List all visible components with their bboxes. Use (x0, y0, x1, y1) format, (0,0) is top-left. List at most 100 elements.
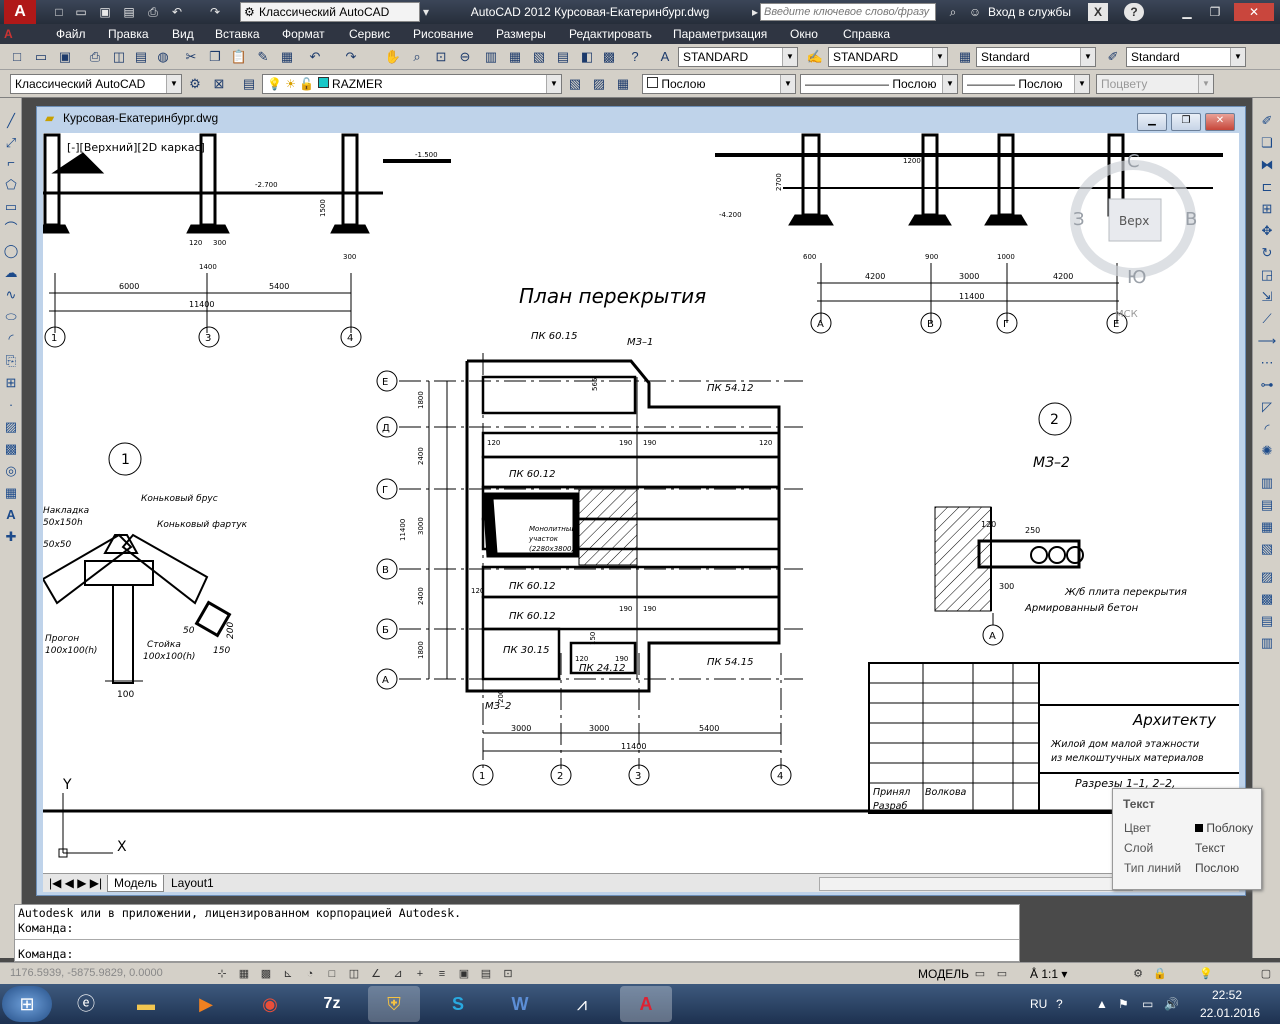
mtext-icon[interactable]: A (2, 506, 20, 524)
publish-icon[interactable]: ▤ (132, 48, 150, 66)
block-editor-icon[interactable]: ▦ (278, 48, 296, 66)
exchange-icon[interactable]: X (1088, 3, 1108, 21)
prop-value[interactable]: Текст (1195, 841, 1225, 855)
plotstyle-dropdown[interactable]: Поцвету ▼ (1096, 74, 1214, 94)
autocad-taskbar-icon[interactable]: A (620, 986, 672, 1022)
horizontal-scrollbar[interactable] (819, 877, 1133, 891)
plot-icon[interactable]: ⎙ (86, 48, 104, 66)
send-back-icon[interactable]: ▦ (1257, 518, 1277, 536)
ellipse-arc-icon[interactable]: ◜ (2, 330, 20, 348)
dwg-close-button[interactable]: ✕ (1205, 113, 1235, 131)
table-style-dropdown[interactable]: Standard ▼ (976, 47, 1096, 67)
design-center-icon[interactable]: ▦ (506, 48, 524, 66)
tab-model[interactable]: Модель (107, 875, 165, 892)
model-space-button[interactable]: МОДЕЛЬ (918, 967, 969, 981)
clock-time[interactable]: 22:52 (1212, 988, 1242, 1004)
menu-dimension[interactable]: Размеры (496, 26, 546, 42)
dwg-minimize-button[interactable]: ▁ (1137, 113, 1167, 131)
qnew-icon[interactable]: □ (8, 48, 26, 66)
dim-style-dropdown[interactable]: STANDARD ▼ (828, 47, 948, 67)
word-icon[interactable]: W (494, 986, 546, 1022)
3dosnap-icon[interactable]: ◫ (346, 966, 362, 982)
quick-view-drawings-icon[interactable]: ▭ (994, 966, 1010, 982)
array-icon[interactable]: ⊞ (1257, 200, 1277, 218)
dwg-restore-button[interactable]: ❐ (1171, 113, 1201, 131)
redo-icon[interactable]: ↷ (342, 48, 360, 66)
start-button[interactable]: ⊞ (2, 986, 52, 1022)
menu-help[interactable]: Справка (843, 26, 890, 42)
chamfer-icon[interactable]: ◸ (1257, 398, 1277, 416)
insert-block-icon[interactable]: ⎘ (2, 352, 20, 370)
ducs-icon[interactable]: ⊿ (390, 966, 406, 982)
arc-icon[interactable]: ⌒ (2, 220, 20, 238)
undo-icon[interactable]: ↶ (306, 48, 324, 66)
dyn-icon[interactable]: + (412, 966, 428, 982)
coordinates[interactable]: 1176.5939, -5875.9829, 0.0000 (10, 967, 163, 979)
menu-insert[interactable]: Вставка (215, 26, 260, 42)
ucs-menu[interactable]: МСК (1115, 309, 1138, 320)
workspace-settings-icon[interactable]: ⚙ (186, 75, 204, 93)
zoom-realtime-icon[interactable]: ⌕ (408, 48, 426, 66)
clock-date[interactable]: 22.01.2016 (1200, 1006, 1260, 1022)
saveas-icon[interactable]: ▤ (120, 3, 138, 21)
scale-list-icon[interactable]: ▨ (1257, 568, 1277, 586)
table-style-icon[interactable]: ▦ (956, 48, 974, 66)
menu-parametric[interactable]: Параметризация (673, 26, 767, 42)
rotate-icon[interactable]: ↻ (1257, 244, 1277, 262)
grid-icon[interactable]: ▩ (258, 966, 274, 982)
line-icon[interactable]: ╱ (2, 112, 20, 130)
scale-icon[interactable]: ◲ (1257, 266, 1277, 284)
workspace-dropdown[interactable]: ⚙ Классический AutoCAD (240, 2, 420, 22)
minimize-button[interactable]: ▁ (1178, 3, 1196, 21)
tab-nav-arrows[interactable]: |◀ ◀ ▶ ▶| (43, 875, 108, 891)
dim-front-icon[interactable]: ▩ (1257, 590, 1277, 608)
drawing-canvas[interactable]: [-][Верхний][2D каркас] План перекрытия … (43, 133, 1239, 873)
stretch-icon[interactable]: ⇲ (1257, 288, 1277, 306)
text-style-icon[interactable]: A (656, 48, 674, 66)
revcloud-icon[interactable]: ☁ (2, 264, 20, 282)
lwt-icon[interactable]: ≡ (434, 966, 450, 982)
redo-icon[interactable]: ↷ (206, 3, 224, 21)
quick-view-layouts-icon[interactable]: ▭ (972, 966, 988, 982)
undo-icon[interactable]: ↶ (168, 3, 186, 21)
construction-line-icon[interactable]: ⤢ (2, 134, 20, 152)
point-icon[interactable]: · (2, 396, 20, 414)
polar-icon[interactable]: ◔ (302, 966, 318, 982)
command-input[interactable]: Команда: (18, 947, 73, 961)
cut-icon[interactable]: ✂ (182, 48, 200, 66)
restore-button[interactable]: ❐ (1206, 3, 1224, 21)
region-icon[interactable]: ◎ (2, 462, 20, 480)
menu-window[interactable]: Окно (790, 26, 818, 42)
tray-arrow-icon[interactable]: ▲ (1096, 984, 1108, 1024)
markup-icon[interactable]: ◧ (578, 48, 596, 66)
tpy-icon[interactable]: ▣ (456, 966, 472, 982)
ie-icon[interactable]: ⓔ (60, 986, 112, 1022)
text-style-dropdown[interactable]: STANDARD ▼ (678, 47, 798, 67)
draworder-icon[interactable]: ▥ (1257, 474, 1277, 492)
menu-tools[interactable]: Сервис (349, 26, 390, 42)
extend-icon[interactable]: ⟶ (1257, 332, 1277, 350)
help-icon[interactable]: ? (1124, 3, 1144, 21)
properties-icon[interactable]: ▥ (482, 48, 500, 66)
join-icon[interactable]: ⊶ (1257, 376, 1277, 394)
zoom-window-icon[interactable]: ⊡ (432, 48, 450, 66)
customize-icon[interactable]: ⊠ (210, 75, 228, 93)
menu-view[interactable]: Вид (172, 26, 194, 42)
explorer-icon[interactable]: ▬ (120, 986, 172, 1022)
tab-layout1[interactable]: Layout1 (165, 875, 220, 891)
pan-icon[interactable]: ✋ (384, 48, 402, 66)
lock-icon[interactable]: 🔒 (1152, 966, 1168, 982)
circle-icon[interactable]: ◯ (2, 242, 20, 260)
close-button[interactable]: ✕ (1234, 3, 1274, 21)
linetype-dropdown[interactable]: ——————— Послою ▼ (800, 74, 958, 94)
clean-screen-icon[interactable]: ▢ (1258, 966, 1274, 982)
preview-icon[interactable]: ◫ (110, 48, 128, 66)
hatch-icon[interactable]: ▨ (2, 418, 20, 436)
trim-icon[interactable]: ⟋ (1257, 310, 1277, 328)
make-current-icon[interactable]: ▧ (566, 75, 584, 93)
text-front-icon[interactable]: ▧ (1257, 540, 1277, 558)
user-icon[interactable]: ☺ (966, 3, 984, 21)
open-icon[interactable]: ▭ (32, 48, 50, 66)
infer-constraints-icon[interactable]: ⊹ (214, 966, 230, 982)
multileader-style-dropdown[interactable]: Standard ▼ (1126, 47, 1246, 67)
